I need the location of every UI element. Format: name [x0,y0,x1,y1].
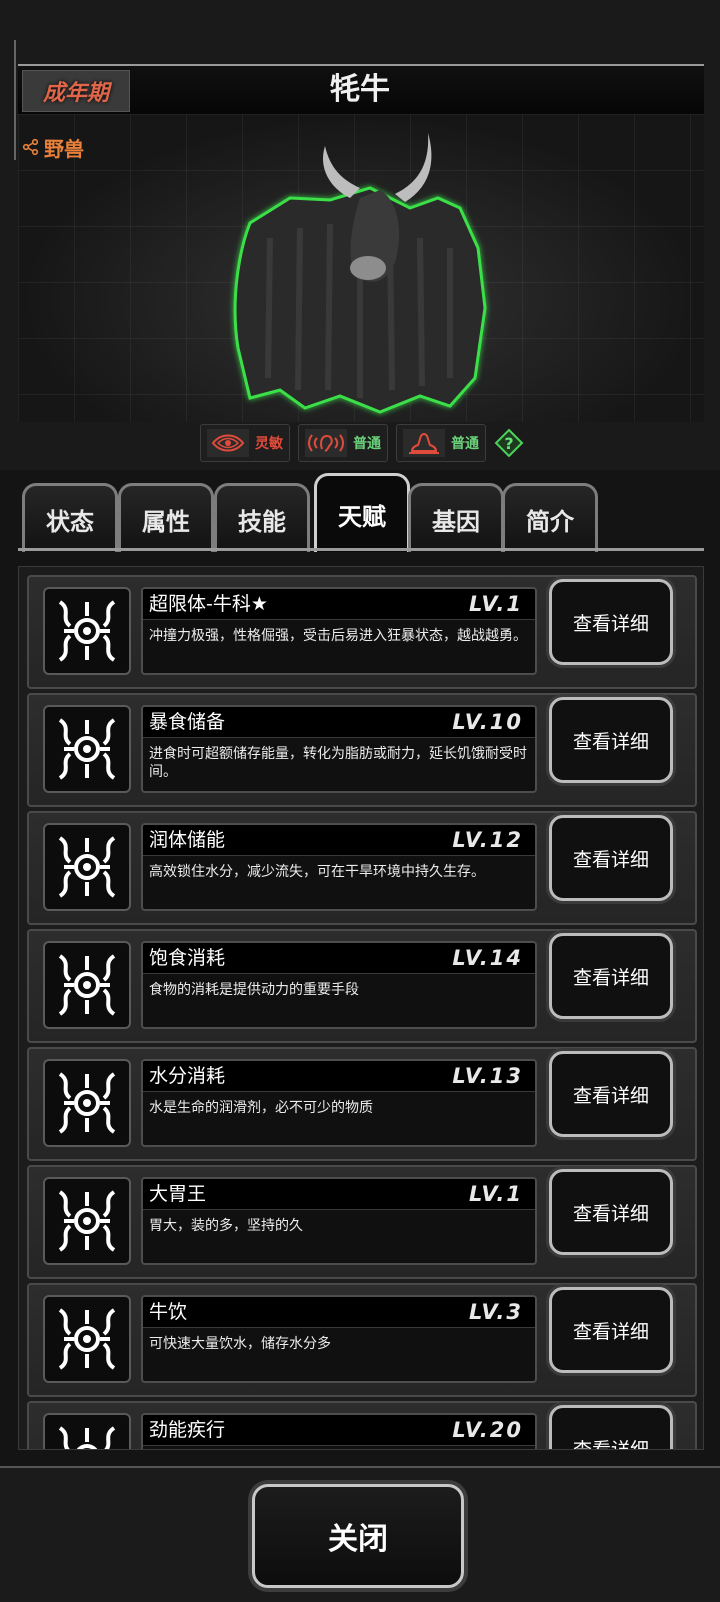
talent-description: 水是生命的润滑剂，必不可少的物质 [149,1100,373,1116]
talent-name: 暴食储备 [149,711,226,733]
share-icon [22,138,39,156]
talent-row: 暴食储备 LV.10 进食时可超额储存能量，转化为脂肪或耐力，延长饥饿耐受时间。… [27,693,697,807]
talent-name: 水分消耗 [149,1065,226,1087]
talent-level: LV.20 [452,1418,523,1442]
talent-header: 暴食储备 LV.10 [143,707,535,738]
talent-emblem-icon [43,705,131,793]
category-link[interactable]: 野兽 [22,132,84,162]
talent-info: 水分消耗 LV.13 水是生命的润滑剂，必不可少的物质 [141,1059,537,1147]
talent-level: LV.13 [452,1064,523,1088]
trait-sight-label: 灵敏 [255,436,283,452]
talent-info: 劲能疾行 LV.20 [141,1413,537,1449]
talent-name: 劲能疾行 [149,1419,226,1441]
talent-info: 牛饮 LV.3 可快速大量饮水，储存水分多 [141,1295,537,1383]
question-diamond-icon[interactable]: ? [494,428,524,458]
talent-row: 润体储能 LV.12 高效锁住水分，减少流失，可在干旱环境中持久生存。 查看详细 [27,811,697,925]
talent-level: LV.14 [452,946,523,970]
trait-hearing-label: 普通 [353,436,381,452]
tab-status[interactable]: 状态 [22,483,118,552]
tab-attributes[interactable]: 属性 [118,483,214,552]
talent-header: 润体储能 LV.12 [143,825,535,856]
view-details-button[interactable]: 查看详细 [549,1405,673,1449]
view-details-button[interactable]: 查看详细 [549,579,673,665]
creature-name: 牦牛 [330,72,390,107]
talent-header: 牛饮 LV.3 [143,1297,535,1328]
view-details-button[interactable]: 查看详细 [549,1169,673,1255]
talent-description: 进食时可超额储存能量，转化为脂肪或耐力，延长饥饿耐受时间。 [149,746,527,780]
talent-header: 饱食消耗 LV.14 [143,943,535,974]
talent-header: 水分消耗 LV.13 [143,1061,535,1092]
view-details-button[interactable]: 查看详细 [549,1287,673,1373]
talent-level: LV.1 [468,1182,523,1206]
talent-info: 润体储能 LV.12 高效锁住水分，减少流失，可在干旱环境中持久生存。 [141,823,537,911]
talent-row: 牛饮 LV.3 可快速大量饮水，储存水分多 查看详细 [27,1283,697,1397]
talent-row: 劲能疾行 LV.20 查看详细 [27,1401,697,1449]
talent-description: 冲撞力极强，性格倔强，受击后易进入狂暴状态，越战越勇。 [149,628,527,644]
talent-header: 大胃王 LV.1 [143,1179,535,1210]
talent-level: LV.10 [452,710,523,734]
talent-name: 超限体-牛科★ [149,593,268,615]
talent-emblem-icon [43,823,131,911]
talent-description: 胃大，装的多，坚持的久 [149,1218,303,1234]
talent-emblem-icon [43,1059,131,1147]
talent-name: 牛饮 [149,1301,188,1323]
talent-emblem-icon [43,1413,131,1449]
talent-name: 大胃王 [149,1183,207,1205]
talent-row: 水分消耗 LV.13 水是生命的润滑剂，必不可少的物质 查看详细 [27,1047,697,1161]
talent-emblem-icon [43,941,131,1029]
category-label: 野兽 [44,136,84,161]
tab-genes[interactable]: 基因 [408,483,504,552]
view-details-button[interactable]: 查看详细 [549,933,673,1019]
tab-bar: 状态 属性 技能 天赋 基因 简介 [18,470,704,552]
svg-text:?: ? [504,434,513,453]
tab-talents[interactable]: 天赋 [314,473,410,552]
talent-description: 高效锁住水分，减少流失，可在干旱环境中持久生存。 [149,864,485,880]
yak-illustration [233,133,487,414]
tab-baseline [18,548,704,551]
talent-description: 食物的消耗是提供动力的重要手段 [149,982,359,998]
talent-level: LV.1 [468,592,523,616]
trait-hearing[interactable]: 普通 [298,424,388,462]
smell-icon [409,432,439,454]
trait-sight[interactable]: 灵敏 [200,424,290,462]
tab-intro[interactable]: 简介 [502,483,598,552]
view-details-button[interactable]: 查看详细 [549,815,673,901]
view-details-button[interactable]: 查看详细 [549,1051,673,1137]
talent-emblem-icon [43,587,131,675]
talent-header: 劲能疾行 LV.20 [143,1415,535,1446]
talent-emblem-icon [43,1295,131,1383]
talent-level: LV.12 [452,828,523,852]
talent-name: 润体储能 [149,829,226,851]
talent-header: 超限体-牛科★ LV.1 [143,589,535,620]
ear-icon [308,434,344,452]
eye-icon [211,434,245,452]
trait-smell-label: 普通 [451,436,479,452]
talent-info: 超限体-牛科★ LV.1 冲撞力极强，性格倔强，受击后易进入狂暴状态，越战越勇。 [141,587,537,675]
tab-skills[interactable]: 技能 [214,483,310,552]
sense-traits: 灵敏 普通 普通 ? [200,424,524,462]
close-button[interactable]: 关闭 [252,1484,464,1588]
talent-info: 大胃王 LV.1 胃大，装的多，坚持的久 [141,1177,537,1265]
talent-name: 饱食消耗 [149,947,226,969]
talent-info: 暴食储备 LV.10 进食时可超额储存能量，转化为脂肪或耐力，延长饥饿耐受时间。 [141,705,537,793]
talent-list[interactable]: 超限体-牛科★ LV.1 冲撞力极强，性格倔强，受击后易进入狂暴状态，越战越勇。… [18,566,704,1450]
talent-description: 可快速大量饮水，储存水分多 [149,1336,331,1352]
view-details-button[interactable]: 查看详细 [549,697,673,783]
talent-level: LV.3 [468,1300,523,1324]
trait-smell[interactable]: 普通 [396,424,486,462]
talent-row: 大胃王 LV.1 胃大，装的多，坚持的久 查看详细 [27,1165,697,1279]
talent-row: 超限体-牛科★ LV.1 冲撞力极强，性格倔强，受击后易进入狂暴状态，越战越勇。… [27,575,697,689]
talent-row: 饱食消耗 LV.14 食物的消耗是提供动力的重要手段 查看详细 [27,929,697,1043]
talent-info: 饱食消耗 LV.14 食物的消耗是提供动力的重要手段 [141,941,537,1029]
talent-emblem-icon [43,1177,131,1265]
